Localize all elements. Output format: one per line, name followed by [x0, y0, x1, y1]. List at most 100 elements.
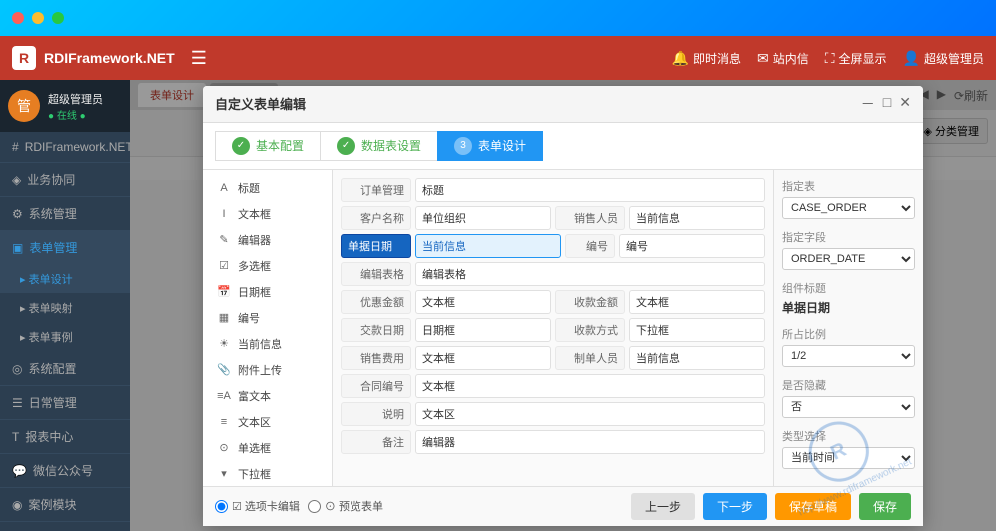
sidebar-item-thirdparty[interactable]: ◌ 三方控整合 — [0, 522, 130, 531]
sidebar-item-rdiframework-label: RDIFramework.NET — [25, 140, 130, 154]
sidebar-item-business[interactable]: ◈ 业务协同 — [0, 163, 130, 197]
username: 超级管理员 — [48, 91, 103, 107]
btn-save-draft[interactable]: 保存草稿 — [775, 493, 851, 520]
nav-action-mail[interactable]: ✉ 站内信 — [757, 50, 809, 67]
sidebar-item-rdiframework[interactable]: # RDIFramework.NET — [0, 132, 130, 163]
radio-tab-edit[interactable]: ☑ 选项卡编辑 — [215, 498, 300, 514]
cell-num-input[interactable]: 编号 — [619, 234, 765, 258]
minimize-dot[interactable] — [32, 12, 44, 24]
cell-salesman-input[interactable]: 当前信息 — [629, 206, 765, 230]
sidebar-item-report[interactable]: T 报表中心 — [0, 420, 130, 454]
palette-serial[interactable]: ▦ 编号 — [209, 306, 326, 330]
sidebar-item-wechat[interactable]: 💬 微信公众号 — [0, 454, 130, 488]
btn-prev[interactable]: 上一步 — [631, 493, 695, 520]
right-panel-section-field: 指定字段 ORDER_DATE — [782, 229, 915, 270]
rp-label-hidden: 是否隐藏 — [782, 377, 915, 393]
palette-current-info[interactable]: ☀ 当前信息 — [209, 332, 326, 356]
cell-maker-label: 制单人员 — [555, 346, 625, 370]
nav-action-fullscreen[interactable]: ⛶ 全屏显示 — [825, 50, 887, 67]
cell-order-label: 订单管理 — [341, 178, 411, 202]
palette-attachment-label: 附件上传 — [238, 362, 282, 378]
menu-icon[interactable]: ☰ — [191, 48, 207, 69]
modal-close-btn[interactable]: ✕ — [899, 94, 911, 114]
palette-dropdown[interactable]: ▾ 下拉框 — [209, 462, 326, 486]
modal-footer: ☑ 选项卡编辑 ⊙ 预览表单 上一步 下一步 保存草稿 保存 — [203, 486, 923, 526]
palette-editor[interactable]: ✎ 编辑器 — [209, 228, 326, 252]
cell-remark-input[interactable]: 编辑器 — [415, 430, 765, 454]
cell-salesman-label: 销售人员 — [555, 206, 625, 230]
palette-editor-label: 编辑器 — [238, 232, 271, 248]
modal-minimize-btn[interactable]: － — [861, 94, 875, 114]
tablemanage-icon: ▣ — [12, 241, 23, 255]
palette-dropdown-icon: ▾ — [215, 467, 233, 480]
rp-select-table[interactable]: CASE_ORDER — [782, 197, 915, 219]
field-palette: A 标题 I 文本框 ✎ 编辑器 ☑ 多选框 — [203, 170, 333, 486]
cell-date-input[interactable]: 当前信息 — [415, 234, 561, 258]
palette-richtext-icon: ≡A — [215, 390, 233, 402]
palette-checkbox[interactable]: ☑ 多选框 — [209, 254, 326, 278]
top-nav: R RDIFramework.NET ☰ 🔔 即时消息 ✉ 站内信 ⛶ 全屏显示… — [0, 36, 996, 80]
cell-remark-label: 备注 — [341, 430, 411, 454]
palette-serial-icon: ▦ — [215, 311, 233, 324]
maximize-dot[interactable] — [52, 12, 64, 24]
radio-preview-input[interactable] — [308, 500, 321, 513]
cell-note-input[interactable]: 文本区 — [415, 402, 765, 426]
palette-datepicker[interactable]: 📅 日期框 — [209, 280, 326, 304]
radio-preview[interactable]: ⊙ 预览表单 — [308, 498, 383, 514]
palette-textarea-icon: ≡ — [215, 416, 233, 428]
cell-payment-method-input[interactable]: 下拉框 — [629, 318, 765, 342]
rp-select-ratio[interactable]: 1/2 — [782, 345, 915, 367]
modal-maximize-btn[interactable]: □ — [883, 94, 891, 114]
form-row-9: 说明 文本区 — [341, 402, 765, 426]
footer-options: ☑ 选项卡编辑 ⊙ 预览表单 — [215, 498, 383, 514]
cell-receipt-label: 收款金额 — [555, 290, 625, 314]
wizard-step-2[interactable]: ✓ 数据表设置 — [320, 131, 438, 161]
sidebar: 管 超级管理员 ● 在线 ● # RDIFramework.NET ◈ 业务协同… — [0, 80, 130, 531]
cell-date-label[interactable]: 单据日期 — [341, 234, 411, 258]
sidebar-item-form-preview[interactable]: ▸ 表单映射 — [0, 294, 130, 323]
step3-label: 表单设计 — [478, 137, 526, 154]
cell-contract-input[interactable]: 文本框 — [415, 374, 765, 398]
rp-label-title: 组件标题 — [782, 280, 915, 296]
btn-save[interactable]: 保存 — [859, 493, 911, 520]
app-name: RDIFramework.NET — [44, 50, 175, 66]
wizard-step-1[interactable]: ✓ 基本配置 — [215, 131, 321, 161]
cell-discount-input[interactable]: 文本框 — [415, 290, 551, 314]
palette-title[interactable]: A 标题 — [209, 176, 326, 200]
rp-select-field[interactable]: ORDER_DATE — [782, 248, 915, 270]
cell-maker-input[interactable]: 当前信息 — [629, 346, 765, 370]
content-area: 表单设计 表单管理 ◀ ▶ ⟳刷新 ◈ 分类管理 自定义表单编辑 － — [130, 80, 996, 531]
user-icon: 👤 — [903, 50, 920, 67]
rp-select-hidden[interactable]: 否 — [782, 396, 915, 418]
sidebar-item-form-example[interactable]: ▸ 表单事例 — [0, 323, 130, 352]
palette-textarea[interactable]: ≡ 文本区 — [209, 410, 326, 434]
cell-edittable-input[interactable]: 编辑表格 — [415, 262, 765, 286]
close-dot[interactable] — [12, 12, 24, 24]
palette-richtext[interactable]: ≡A 富文本 — [209, 384, 326, 408]
radio-tab-edit-input[interactable] — [215, 500, 228, 513]
palette-radio-icon: ⊙ — [215, 441, 233, 454]
palette-attachment[interactable]: 📎 附件上传 — [209, 358, 326, 382]
nav-action-user[interactable]: 👤 超级管理员 — [903, 50, 984, 67]
sidebar-item-sysconfg[interactable]: ◎ 系统配置 — [0, 352, 130, 386]
sidebar-item-tablemanage[interactable]: ▣ 表单管理 — [0, 231, 130, 265]
cell-payment-date-input[interactable]: 日期框 — [415, 318, 551, 342]
palette-radio[interactable]: ⊙ 单选框 — [209, 436, 326, 460]
rp-select-type[interactable]: 当前时间 — [782, 447, 915, 469]
cell-receipt-input[interactable]: 文本框 — [629, 290, 765, 314]
palette-textbox[interactable]: I 文本框 — [209, 202, 326, 226]
sidebar-item-logmanage[interactable]: ☰ 日常管理 — [0, 386, 130, 420]
btn-next[interactable]: 下一步 — [703, 493, 767, 520]
sidebar-item-example[interactable]: ◉ 案例模块 — [0, 488, 130, 522]
wizard-step-3[interactable]: 3 表单设计 — [437, 131, 543, 161]
cell-customer-input[interactable]: 单位组织 — [415, 206, 551, 230]
form-row-6: 交款日期 日期框 收款方式 下拉框 — [341, 318, 765, 342]
sidebar-item-sysmanage[interactable]: ⚙ 系统管理 — [0, 197, 130, 231]
wizard-steps: ✓ 基本配置 ✓ 数据表设置 3 表单设计 — [203, 123, 923, 170]
cell-salesexp-input[interactable]: 文本框 — [415, 346, 551, 370]
modal-header: 自定义表单编辑 － □ ✕ — [203, 86, 923, 123]
sidebar-item-form-design[interactable]: ▸ 表单设计 — [0, 265, 130, 294]
step1-label: 基本配置 — [256, 137, 304, 154]
cell-order-input[interactable]: 标题 — [415, 178, 765, 202]
nav-action-notification[interactable]: 🔔 即时消息 — [672, 50, 741, 67]
